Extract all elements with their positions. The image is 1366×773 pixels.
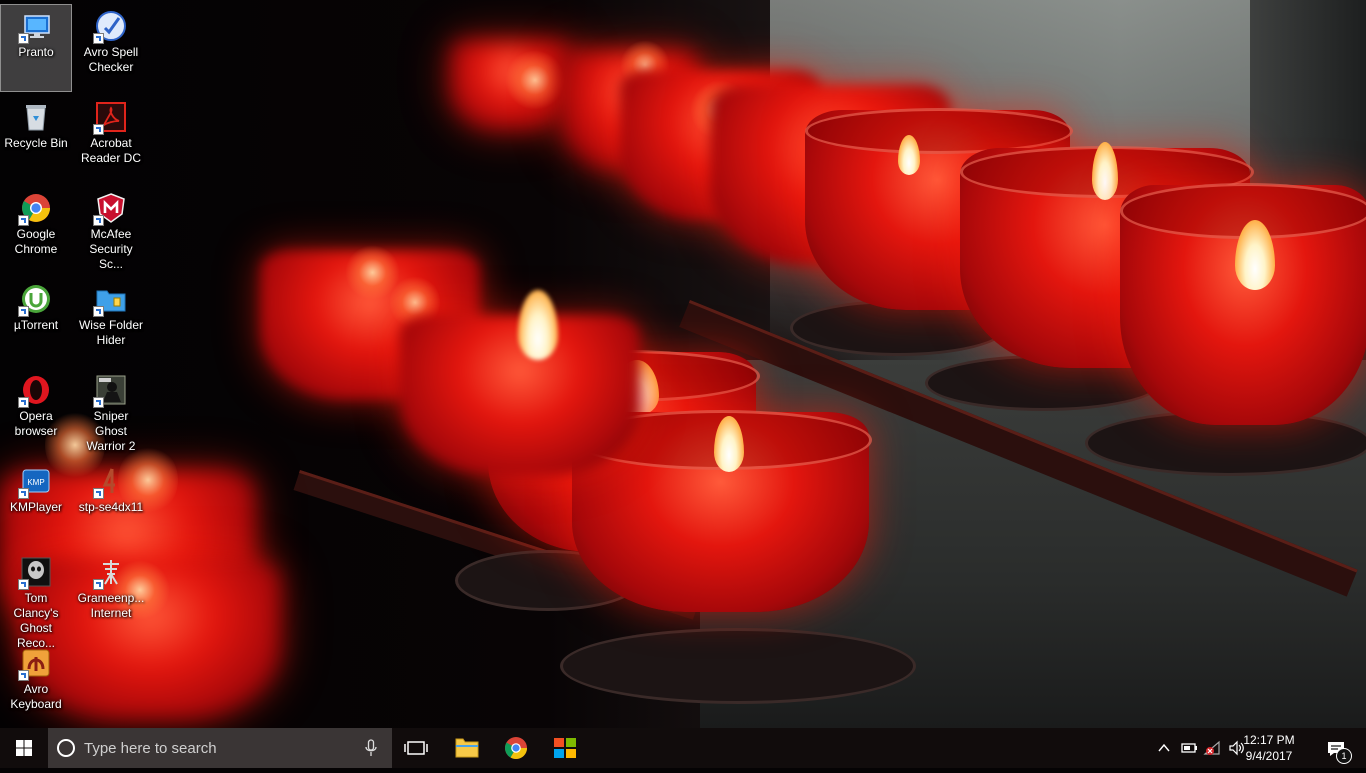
start-button[interactable] xyxy=(0,728,48,768)
desktop-icon-recycle-bin[interactable]: Recycle Bin xyxy=(0,95,72,183)
taskbar-search-box[interactable]: Type here to search xyxy=(48,728,392,768)
avro-keyboard-icon xyxy=(18,647,52,681)
desktop-icon-stp-file[interactable]: stp-se4dx11 xyxy=(75,459,147,547)
avro-spell-checker-icon xyxy=(93,10,127,44)
taskbar: Type here to search 12:17 PM 9/4/2017 1 xyxy=(0,728,1366,768)
windows-logo-icon xyxy=(16,740,32,756)
mcafee-icon xyxy=(93,192,127,226)
cortana-circle-icon xyxy=(57,739,75,757)
network-disconnected-icon[interactable] xyxy=(1203,740,1223,756)
desktop-icon-opera[interactable]: Opera browser xyxy=(0,368,72,456)
clock-date: 9/4/2017 xyxy=(1245,749,1293,763)
desktop-wallpaper xyxy=(0,0,1366,728)
desktop-icon-kmplayer[interactable]: KMP KMPlayer xyxy=(0,459,72,547)
task-view-icon xyxy=(404,741,428,755)
acrobat-reader-icon xyxy=(93,101,127,135)
show-hidden-icons-chevron-icon[interactable] xyxy=(1157,740,1171,756)
desktop-icon-sniper-ghost-warrior[interactable]: Sniper Ghost Warrior 2 xyxy=(75,368,147,456)
computer-monitor-icon xyxy=(18,10,52,44)
stp-file-icon xyxy=(93,465,127,499)
desktop-icon-label: Pranto xyxy=(18,45,54,59)
desktop-icon-label: stp-se4dx11 xyxy=(78,500,144,514)
chrome-icon xyxy=(18,192,52,226)
desktop-icon-ghost-recon[interactable]: Tom Clancy's Ghost Reco... xyxy=(0,550,72,650)
desktop-icon-avro-keyboard[interactable]: Avro Keyboard xyxy=(0,641,72,729)
sniper-ghost-warrior-icon xyxy=(93,374,127,408)
taskbar-clock[interactable]: 12:17 PM 9/4/2017 xyxy=(1240,732,1298,764)
desktop-icon-label: Acrobat Reader DC xyxy=(80,136,142,165)
desktop-icon-label: Google Chrome xyxy=(14,227,58,256)
svg-text:KMP: KMP xyxy=(27,478,44,487)
recycle-bin-icon xyxy=(20,101,52,133)
desktop-icon-pranto[interactable]: Pranto xyxy=(0,4,72,92)
desktop-icon-label: µTorrent xyxy=(13,318,59,332)
wallpaper-candle-glow xyxy=(505,50,565,110)
task-view-button[interactable] xyxy=(392,728,440,768)
ghost-recon-icon xyxy=(18,556,52,590)
notification-count-badge: 1 xyxy=(1336,748,1352,764)
desktop-icon-label: KMPlayer xyxy=(9,500,62,514)
desktop-icon-label: Avro Spell Checker xyxy=(83,45,139,74)
desktop-icon-mcafee[interactable]: McAfee Security Sc... xyxy=(75,186,147,274)
desktop-icon-label: Grameenp... Internet xyxy=(77,591,145,620)
wallpaper-candle-dish xyxy=(560,628,916,704)
desktop-icon-label: Avro Keyboard xyxy=(10,682,62,711)
windows-store-icon xyxy=(554,738,576,758)
utorrent-icon xyxy=(18,283,52,317)
desktop-icon-label: Opera browser xyxy=(14,409,58,438)
search-placeholder: Type here to search xyxy=(84,740,217,757)
desktop-icon-wise-folder-hider[interactable]: Wise Folder Hider xyxy=(75,277,147,365)
desktop-icon-grameenphone-internet[interactable]: Grameenp... Internet xyxy=(75,550,147,638)
clock-time: 12:17 PM xyxy=(1243,733,1295,747)
file-explorer-button[interactable] xyxy=(443,728,491,768)
wise-folder-hider-icon xyxy=(93,283,127,317)
chrome-icon xyxy=(505,737,527,759)
wallpaper-candle-flame xyxy=(518,290,558,360)
opera-icon xyxy=(18,374,52,408)
desktop-icon-avro-spell-checker[interactable]: Avro Spell Checker xyxy=(75,4,147,92)
desktop-icon-label: Sniper Ghost Warrior 2 xyxy=(86,409,136,453)
kmplayer-icon: KMP xyxy=(18,465,52,499)
grameenphone-internet-icon xyxy=(93,556,127,590)
microphone-icon[interactable] xyxy=(364,739,378,757)
action-center-button[interactable]: 1 xyxy=(1318,728,1366,768)
desktop-icon-label: McAfee Security Sc... xyxy=(89,227,133,271)
desktop-icon-google-chrome[interactable]: Google Chrome xyxy=(0,186,72,274)
desktop-icon-utorrent[interactable]: µTorrent xyxy=(0,277,72,365)
chrome-taskbar-button[interactable] xyxy=(492,728,540,768)
desktop-icon-label: Recycle Bin xyxy=(4,136,68,150)
desktop-icon-label: Wise Folder Hider xyxy=(78,318,143,347)
desktop-icon-acrobat-reader[interactable]: Acrobat Reader DC xyxy=(75,95,147,183)
windows-store-button[interactable] xyxy=(541,728,589,768)
battery-icon[interactable] xyxy=(1181,740,1199,756)
file-explorer-icon xyxy=(455,738,479,758)
